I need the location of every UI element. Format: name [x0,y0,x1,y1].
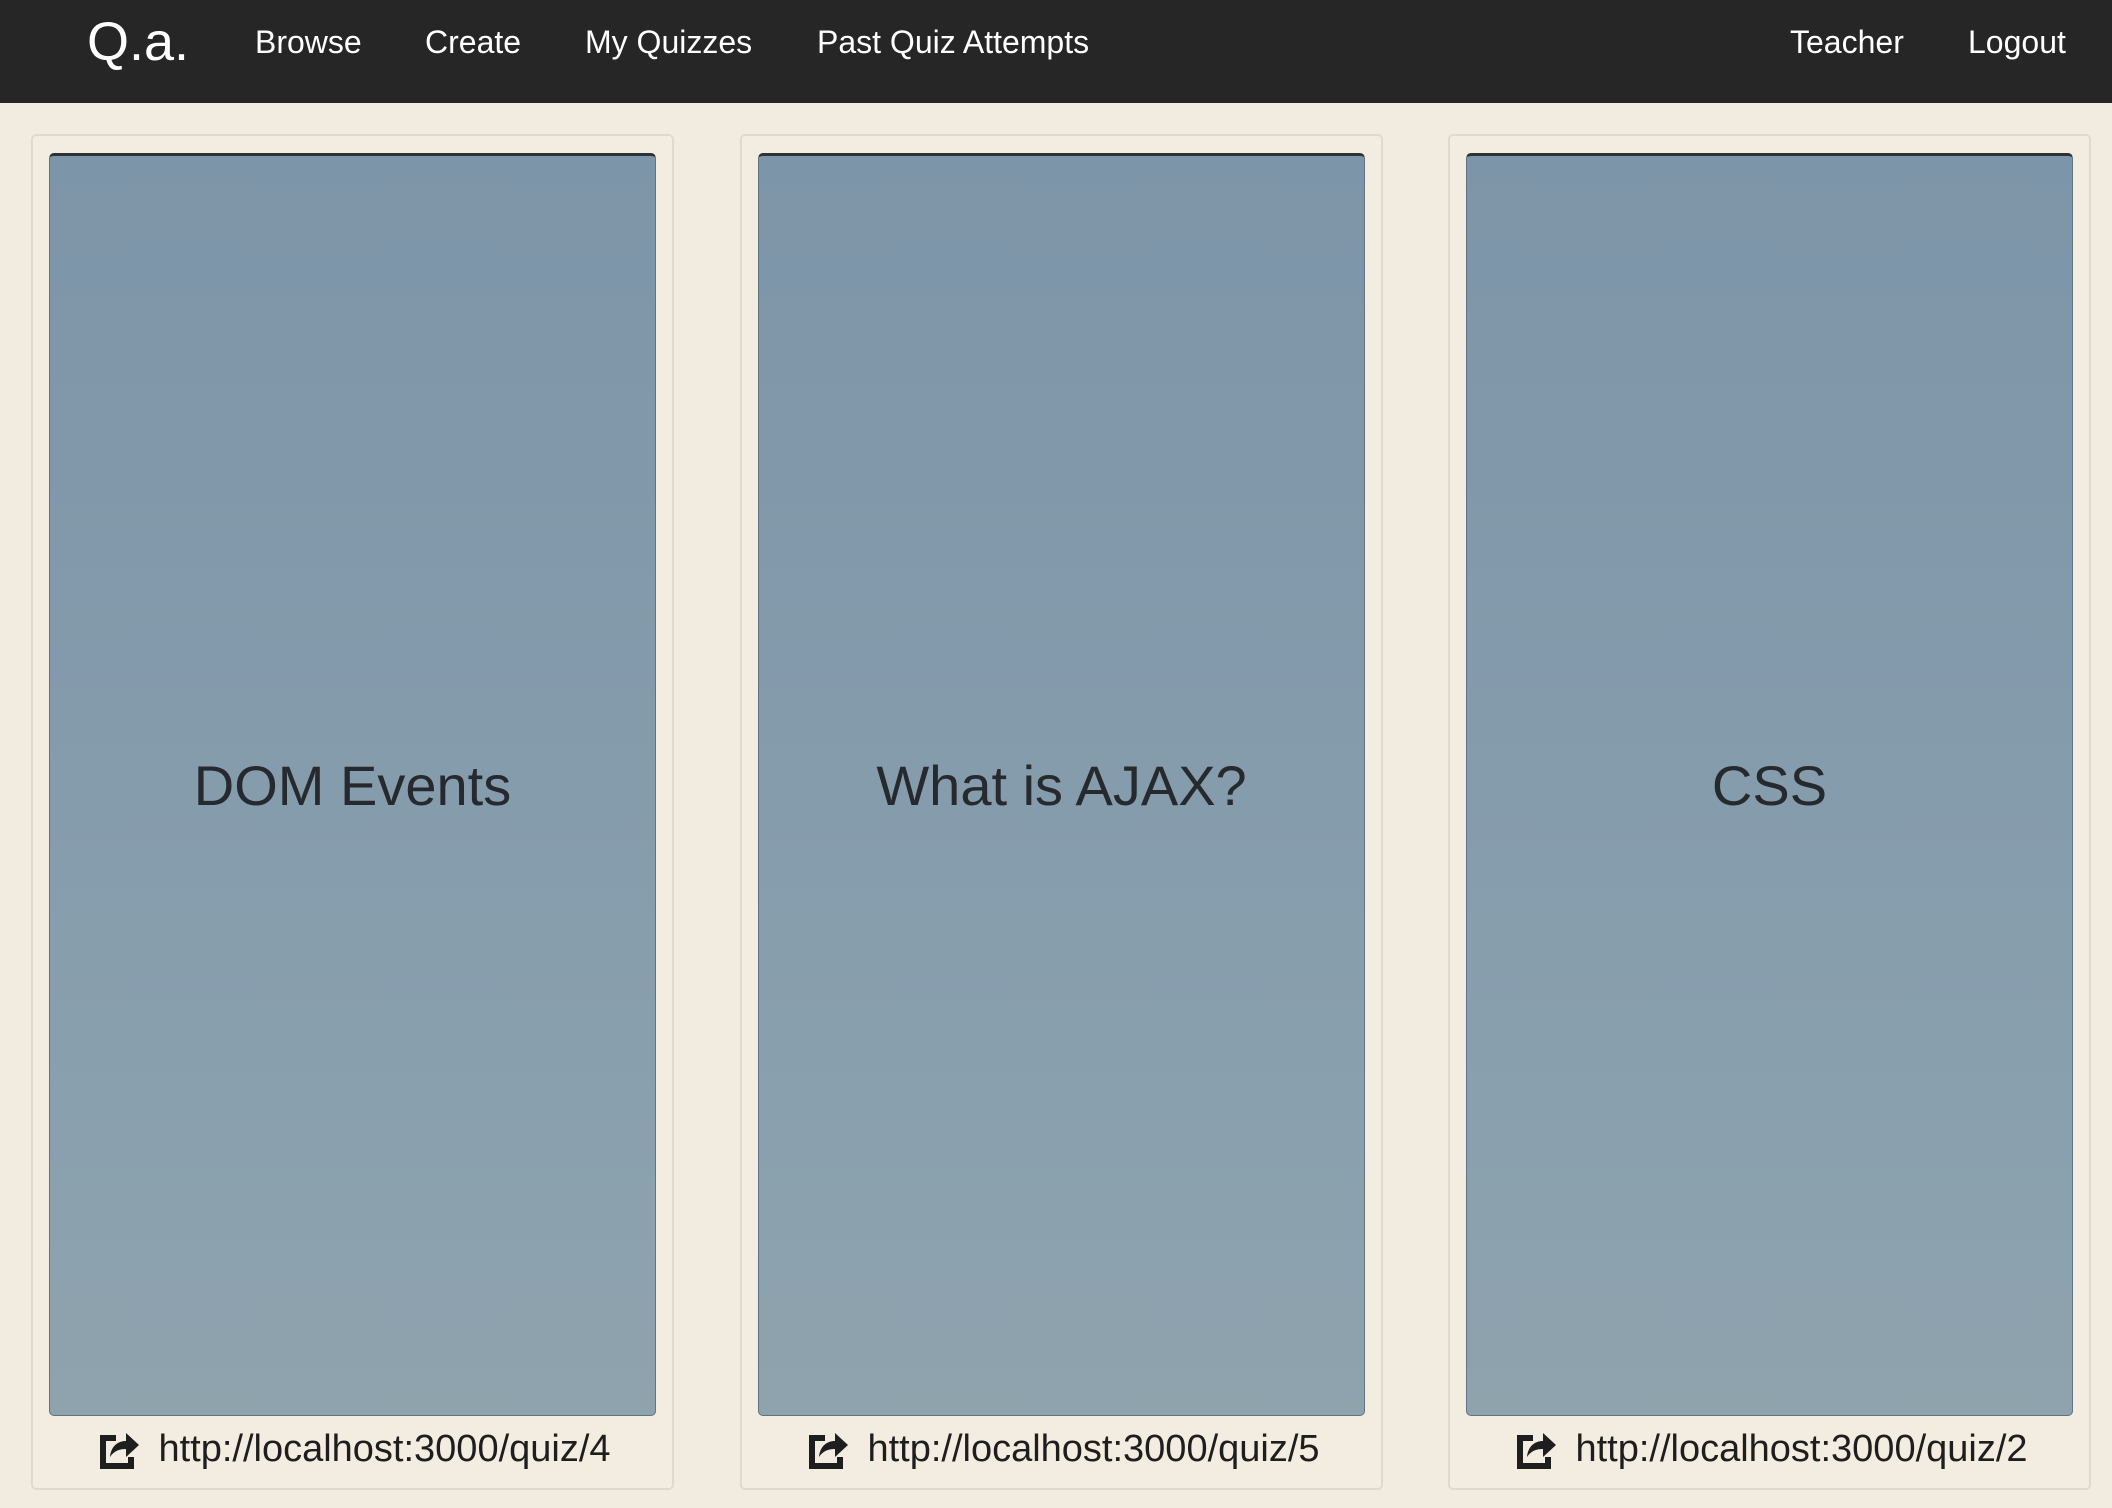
top-navbar: Q.a. Browse Create My Quizzes Past Quiz … [0,0,2112,103]
quiz-card-footer: http://localhost:3000/quiz/5 [742,1420,1381,1478]
nav-past-quiz-attempts[interactable]: Past Quiz Attempts [817,0,1089,84]
quiz-card-cover[interactable]: CSS [1466,153,2073,1416]
quiz-link[interactable]: http://localhost:3000/quiz/4 [158,1428,610,1471]
nav-create[interactable]: Create [425,0,521,84]
share-icon[interactable] [1511,1427,1557,1471]
quiz-card: CSS http://localhost:3000/quiz/2 [1448,134,2091,1490]
nav-logout[interactable]: Logout [1968,0,2066,84]
quiz-card-footer: http://localhost:3000/quiz/2 [1450,1420,2089,1478]
quiz-card-cover[interactable]: What is AJAX? [758,153,1365,1416]
quiz-card: DOM Events http://localhost:3000/quiz/4 [31,134,674,1490]
share-icon[interactable] [94,1427,140,1471]
nav-browse[interactable]: Browse [255,0,362,84]
quiz-title: What is AJAX? [876,754,1247,817]
quiz-card-footer: http://localhost:3000/quiz/4 [33,1420,672,1478]
brand-logo[interactable]: Q.a. [87,0,189,84]
quiz-link[interactable]: http://localhost:3000/quiz/2 [1575,1428,2027,1471]
quiz-link[interactable]: http://localhost:3000/quiz/5 [867,1428,1319,1471]
nav-teacher[interactable]: Teacher [1790,0,1904,84]
quiz-title: CSS [1711,754,1828,817]
share-icon[interactable] [803,1427,849,1471]
quiz-title: DOM Events [193,754,512,817]
quiz-card-cover[interactable]: DOM Events [49,153,656,1416]
quiz-card: What is AJAX? http://localhost:3000/quiz… [740,134,1383,1490]
nav-my-quizzes[interactable]: My Quizzes [585,0,752,84]
